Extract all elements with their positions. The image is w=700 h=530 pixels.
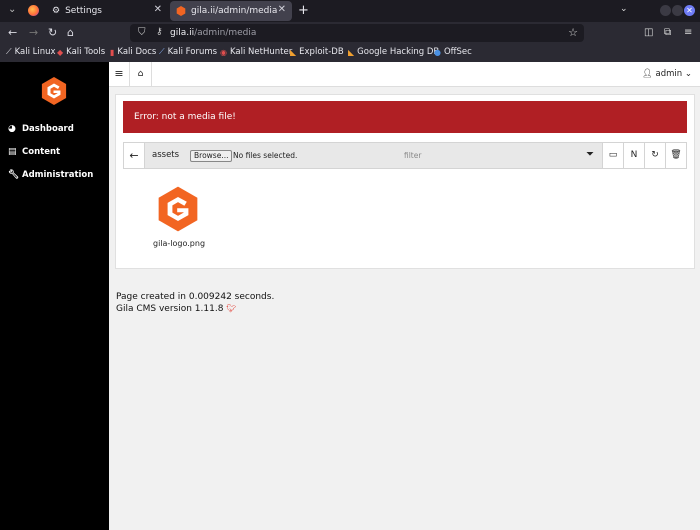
close-window-button[interactable]: ✕ — [684, 5, 695, 16]
bird-icon: 🐦︎ — [226, 304, 237, 313]
bookmark-star-icon[interactable]: ☆ — [568, 26, 578, 39]
pocket-icon[interactable]: ◫ — [644, 27, 653, 38]
sidebar-item-label: Content — [22, 147, 61, 157]
tab-media[interactable]: gila.ii/admin/media ✕ — [170, 1, 292, 21]
back-arrow-icon[interactable]: ← — [8, 26, 17, 39]
browser-tab-bar: ⌄ ⚙ Settings ✕ gila.ii/admin/media ✕ + ⌄… — [0, 0, 700, 22]
error-alert: Error: not a media file! — [123, 101, 687, 133]
chevron-down-icon[interactable]: ⌄ — [620, 4, 628, 14]
tab-label: gila.ii/admin/media — [191, 6, 278, 16]
bookmark-kali-docs[interactable]: ▮ Kali Docs — [110, 47, 156, 57]
bookmark-kali-forums[interactable]: ⟋ Kali Forums — [159, 47, 217, 57]
folder-icon: ▭ — [608, 150, 618, 160]
hamburger-menu-icon[interactable]: ≡ — [109, 62, 130, 86]
bookmarks-bar: ⟋ Kali Linux ◆ Kali Tools ▮ Kali Docs ⟋ Kali… — [0, 44, 700, 62]
exploit-db-icon: ◣ — [290, 47, 297, 57]
file-thumbnail — [158, 186, 198, 232]
chevron-down-icon: ⌄ — [684, 69, 692, 79]
kali-forums-icon: ⟋ — [159, 47, 165, 56]
shield-icon[interactable]: ⛉ — [138, 27, 146, 38]
extensions-icon[interactable]: ⧉ — [664, 27, 671, 38]
nethunter-icon: ◉ — [220, 47, 227, 57]
cms-version-text: Gila CMS version 1.11.8 — [116, 304, 224, 314]
sidebar-item-dashboard[interactable]: ◕ Dashboard — [8, 124, 74, 134]
top-bar: ≡ ⌂ 👤︎ admin ⌄ — [109, 62, 700, 87]
no-file-text: No files selected. — [233, 151, 298, 160]
page-created-text: Page created in 0.009242 seconds. — [116, 292, 275, 302]
firefox-icon — [28, 5, 39, 16]
file-item[interactable]: gila-logo.png — [144, 185, 214, 253]
sidebar-item-label: Dashboard — [22, 124, 74, 134]
delete-button[interactable]: 🗑︎ — [665, 143, 686, 168]
home-icon[interactable]: ⌂ — [130, 62, 152, 86]
forward-arrow-icon[interactable]: → — [29, 26, 38, 39]
back-button[interactable]: ← — [124, 143, 145, 168]
reload-icon[interactable]: ↻ — [48, 26, 57, 39]
bookmark-offsec[interactable]: ● OffSec — [434, 47, 472, 57]
gila-logo[interactable] — [39, 76, 69, 106]
bookmark-kali-linux[interactable]: ⟋ Kali Linux — [6, 47, 56, 57]
sidebar-item-content[interactable]: ▤ Content — [8, 147, 60, 157]
trash-icon: 🗑︎ — [670, 150, 682, 160]
content-icon: ▤ — [8, 147, 17, 157]
refresh-icon: ↻ — [651, 150, 659, 160]
wrench-icon: 🔧︎ — [8, 170, 20, 180]
kali-icon: ⟋ — [6, 47, 12, 56]
browser-nav-bar: ← → ↻ ⌂ ⛉ ⚷ gila.ii/admin/media ☆ ◫ ⧉ ≡ — [0, 22, 700, 44]
menu-icon[interactable]: ≡ — [684, 27, 692, 38]
media-toolbar: ← assets Browse... No files selected. fi… — [123, 142, 687, 169]
file-name: gila-logo.png — [152, 239, 206, 248]
gear-icon: ⚙ — [52, 6, 61, 16]
sidebar: ◕ Dashboard ▤ Content 🔧︎ Administration — [0, 62, 109, 530]
tab-settings[interactable]: ⚙ Settings ✕ — [44, 1, 168, 21]
minimize-window-button[interactable] — [660, 5, 671, 16]
bookmark-kali-nethunter[interactable]: ◉ Kali NetHunter — [220, 47, 292, 57]
url-bar[interactable]: ⛉ ⚷ gila.ii/admin/media ☆ — [130, 24, 584, 42]
user-menu[interactable]: 👤︎ admin ⌄ — [642, 69, 692, 79]
close-icon[interactable]: ✕ — [154, 4, 162, 15]
new-tab-icon[interactable]: + — [298, 3, 309, 18]
user-name: admin — [655, 69, 683, 79]
refresh-button[interactable]: ↻ — [644, 143, 665, 168]
url-text[interactable]: gila.ii/admin/media — [170, 28, 256, 38]
ghdb-icon: ◣ — [348, 47, 355, 57]
kali-docs-icon: ▮ — [110, 47, 115, 57]
gila-favicon — [176, 6, 186, 16]
filter-input[interactable]: filter — [404, 151, 421, 160]
page-info-icon[interactable]: ⚷ — [156, 27, 163, 37]
bookmark-kali-tools[interactable]: ◆ Kali Tools — [57, 47, 105, 57]
main-content: ≡ ⌂ 👤︎ admin ⌄ Error: not a media file! … — [109, 62, 700, 530]
browse-button[interactable]: Browse... — [190, 150, 233, 162]
list-all-tabs-icon[interactable]: ⌄ — [8, 4, 16, 15]
current-path: assets — [152, 150, 180, 160]
dashboard-icon: ◕ — [8, 124, 16, 134]
new-folder-button[interactable]: ▭ — [602, 143, 623, 168]
offsec-icon: ● — [434, 47, 441, 57]
filter-icon: ⏷ — [586, 149, 594, 160]
kali-tools-icon: ◆ — [57, 47, 64, 57]
page-footer: Page created in 0.009242 seconds. Gila C… — [116, 292, 274, 315]
sidebar-item-administration[interactable]: 🔧︎ Administration — [8, 170, 93, 180]
new-file-button[interactable]: N — [623, 143, 644, 168]
sidebar-item-label: Administration — [22, 170, 94, 180]
maximize-window-button[interactable] — [672, 5, 683, 16]
media-panel: Error: not a media file! ← assets Browse… — [115, 94, 695, 269]
close-icon[interactable]: ✕ — [278, 4, 286, 15]
tab-label: Settings — [65, 6, 102, 16]
user-icon: 👤︎ — [642, 69, 653, 79]
bookmark-exploit-db[interactable]: ◣ Exploit-DB — [290, 47, 344, 57]
bookmark-google-hacking-db[interactable]: ◣ Google Hacking DB — [348, 47, 439, 57]
home-icon[interactable]: ⌂ — [67, 26, 74, 39]
